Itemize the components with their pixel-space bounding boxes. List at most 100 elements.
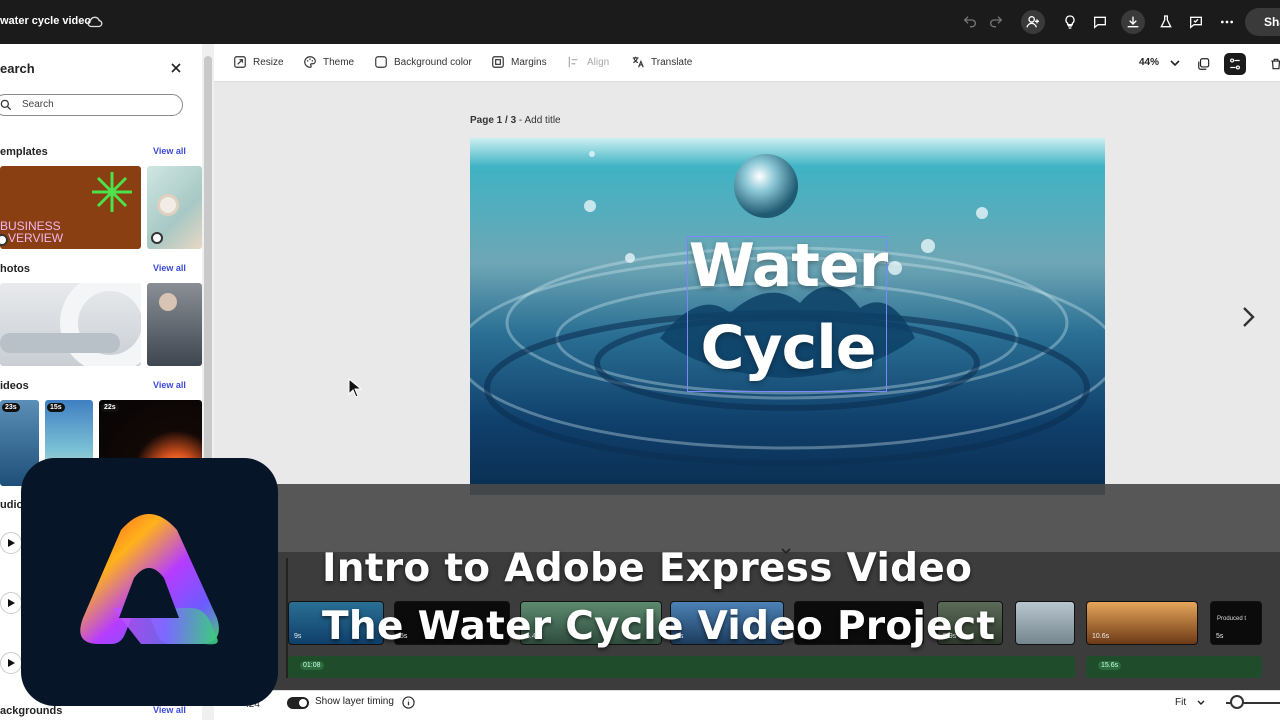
template-text-line2: VERVIEW: [8, 231, 64, 245]
play-audio-button[interactable]: [0, 652, 22, 674]
canvas-toolbar: Resize Theme Background color Margins Al…: [214, 44, 1280, 82]
info-icon[interactable]: [402, 696, 415, 709]
photos-view-all-link[interactable]: View all: [153, 263, 186, 273]
page-indicator: Page 1 / 3 - Add title: [470, 115, 561, 126]
audio-track[interactable]: 01:08: [288, 656, 1075, 678]
resize-button[interactable]: Resize: [233, 55, 284, 69]
app-window: water cycle video Sha earch Search empla…: [0, 0, 1280, 720]
translate-button[interactable]: Translate: [631, 55, 692, 69]
margins-icon: [492, 56, 504, 68]
margins-button[interactable]: Margins: [491, 55, 547, 69]
scanner-ring-graphic: [60, 283, 141, 366]
template-thumbnail-2[interactable]: [147, 166, 202, 249]
photo-thumbnail-2[interactable]: [147, 283, 202, 366]
slide-title-textbox[interactable]: Water Cycle: [687, 231, 888, 392]
background-color-button[interactable]: Background color: [374, 55, 472, 69]
video-duration-badge: 22s: [101, 403, 119, 412]
invite-icon[interactable]: [1021, 10, 1045, 34]
pages-icon[interactable]: [1193, 53, 1215, 75]
review-icon[interactable]: [1185, 11, 1207, 33]
premium-icon: [151, 232, 163, 244]
timeline-fit-select[interactable]: Fit: [1175, 697, 1186, 708]
person-graphic: [159, 293, 177, 311]
share-button[interactable]: Sha: [1245, 8, 1280, 36]
more-icon[interactable]: [1216, 11, 1238, 33]
play-icon: [8, 599, 15, 607]
play-audio-button[interactable]: [0, 532, 22, 554]
videos-heading: ideos: [0, 380, 29, 392]
clip-duration: 5s: [1216, 633, 1224, 640]
align-button[interactable]: Align: [567, 55, 609, 69]
templates-view-all-link[interactable]: View all: [153, 146, 186, 156]
backgrounds-view-all-link[interactable]: View all: [153, 705, 186, 715]
flask-icon[interactable]: [1155, 11, 1177, 33]
top-bar: water cycle video Sha: [0, 0, 1280, 44]
mouse-cursor-icon: [348, 378, 362, 398]
video-duration-badge: 15s: [47, 403, 65, 412]
videos-view-all-link[interactable]: View all: [153, 380, 186, 390]
panel-title: earch: [0, 61, 35, 76]
templates-heading: emplates: [0, 146, 48, 158]
play-icon: [8, 539, 15, 547]
close-icon[interactable]: [168, 60, 184, 76]
audio-heading: udio: [0, 499, 24, 511]
align-icon: [568, 56, 578, 68]
chevron-right-icon[interactable]: [1238, 305, 1258, 329]
chevron-down-icon[interactable]: [1196, 698, 1206, 708]
timeline-playhead[interactable]: [286, 558, 288, 678]
template-thumbnail-business[interactable]: BUSINESS VERVIEW: [0, 166, 141, 249]
bottom-bar: :24 Show layer timing Fit: [214, 690, 1280, 720]
search-input[interactable]: Search: [0, 94, 183, 116]
background-color-label: Background color: [394, 56, 472, 68]
audio-track[interactable]: 15.6s: [1086, 656, 1262, 678]
align-label: Align: [587, 56, 610, 68]
clip-label: Produced t: [1217, 616, 1247, 622]
audio-duration: 15.6s: [1098, 661, 1122, 670]
download-icon[interactable]: [1121, 10, 1145, 34]
adobe-express-logo: [21, 458, 278, 706]
photos-heading: hotos: [0, 263, 30, 275]
lightbulb-icon[interactable]: [1059, 11, 1081, 33]
timeline-clip[interactable]: Produced t 5s: [1210, 601, 1262, 645]
translate-icon: [632, 56, 644, 68]
clip-duration: 10.6s: [1092, 633, 1110, 640]
audio-duration: 01:08: [300, 661, 324, 670]
slide-title-line2: Cycle: [700, 313, 877, 383]
video-title-line2: The Water Cycle Video Project: [322, 604, 996, 649]
chevron-down-icon[interactable]: [1169, 57, 1181, 69]
background-color-icon: [375, 56, 387, 68]
page-number: Page 1 / 3: [470, 115, 517, 126]
timeline-zoom-knob[interactable]: [1230, 695, 1244, 709]
video-title-line1: Intro to Adobe Express Video: [322, 546, 973, 591]
search-icon: [0, 99, 12, 111]
redo-icon[interactable]: [985, 11, 1007, 33]
comment-icon[interactable]: [1089, 11, 1111, 33]
cloud-save-icon[interactable]: [86, 13, 104, 31]
asterisk-graphic: [92, 172, 132, 212]
photo-thumbnail-mri[interactable]: [0, 283, 141, 366]
plate-graphic: [157, 194, 179, 216]
panel-scroll-thumb[interactable]: [204, 56, 212, 496]
margins-label: Margins: [511, 56, 547, 68]
slide-title-line1: Water: [688, 231, 889, 301]
clip-duration: 9s: [294, 633, 302, 640]
zoom-level[interactable]: 44%: [1139, 57, 1159, 68]
theme-button[interactable]: Theme: [303, 55, 354, 69]
palette-icon: [304, 56, 316, 68]
adobe-express-logo-mark: [80, 514, 219, 645]
backgrounds-heading: ackgrounds: [0, 705, 63, 717]
layers-icon[interactable]: [1224, 53, 1246, 75]
play-audio-button[interactable]: [0, 592, 22, 614]
patient-graphic: [0, 333, 120, 353]
timeline-backdrop: [214, 484, 1280, 552]
search-placeholder: Search: [22, 99, 54, 110]
show-layer-timing-toggle[interactable]: [287, 697, 309, 709]
document-title[interactable]: water cycle video: [0, 15, 91, 27]
theme-label: Theme: [323, 56, 355, 68]
add-title-link[interactable]: Add title: [524, 115, 560, 126]
timeline-clip[interactable]: 10.6s: [1086, 601, 1198, 645]
video-duration-badge: 23s: [2, 403, 20, 412]
undo-icon[interactable]: [959, 11, 981, 33]
timeline-clip[interactable]: [1015, 601, 1075, 645]
trash-icon[interactable]: [1265, 53, 1280, 75]
